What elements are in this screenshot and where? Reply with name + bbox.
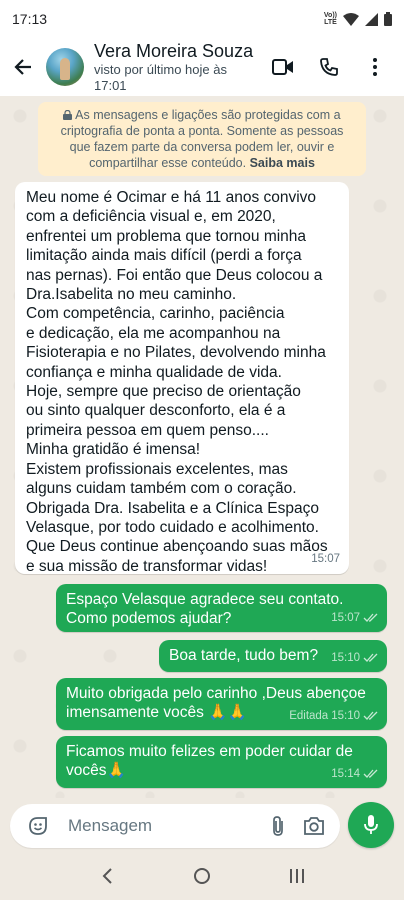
last-seen: visto por último hoje às 17:01 (94, 62, 227, 93)
attach-button[interactable] (260, 808, 296, 844)
contact-name: Vera Moreira Souza (94, 41, 254, 61)
message-time: 15:07 (311, 552, 340, 565)
chat-header: Vera Moreira Souza visto por último hoje… (0, 38, 404, 96)
outgoing-message[interactable]: Boa tarde, tudo bem? 15:10 (159, 640, 387, 672)
voice-call-icon (320, 58, 338, 76)
message-time: 15:07 (331, 611, 360, 624)
contact-avatar[interactable] (46, 48, 84, 86)
incoming-message[interactable]: Meu nome é Ocimar e há 11 anos convivo c… (15, 182, 349, 575)
status-icons: Vo)) LTE (324, 12, 392, 26)
more-vert-icon (373, 58, 377, 76)
message-time: 15:10 (331, 709, 360, 722)
video-call-button[interactable] (260, 44, 306, 90)
read-ticks-icon (363, 711, 378, 721)
message-input[interactable]: Mensagem (68, 816, 260, 836)
signal-icon (365, 12, 378, 26)
nav-home-button[interactable] (182, 856, 222, 896)
sticker-button[interactable] (20, 808, 56, 844)
voice-record-button[interactable] (348, 802, 394, 848)
contact-info[interactable]: Vera Moreira Souza visto por último hoje… (94, 40, 260, 94)
nav-home-icon (193, 868, 210, 884)
camera-button[interactable] (296, 808, 332, 844)
nav-recents-button[interactable] (277, 856, 317, 896)
message-meta: Editada 15:10 (289, 707, 379, 726)
back-button[interactable] (0, 38, 46, 96)
battery-icon (384, 12, 392, 26)
lock-icon (63, 109, 73, 120)
encryption-notice[interactable]: As mensagens e ligações são protegidas c… (38, 102, 366, 176)
mic-icon (364, 815, 378, 834)
sticker-icon (29, 817, 47, 835)
message-meta: 15:07 (331, 609, 379, 628)
more-options-button[interactable] (352, 44, 398, 90)
message-meta: 15:10 (331, 649, 379, 668)
clock: 17:13 (12, 11, 48, 27)
video-call-icon (272, 59, 293, 75)
voice-call-button[interactable] (306, 44, 352, 90)
nav-recents-icon (289, 869, 304, 883)
message-time: 15:14 (331, 767, 360, 780)
outgoing-message[interactable]: Ficamos muito felizes em poder cuidar de… (56, 736, 387, 788)
learn-more-link[interactable]: Saiba mais (250, 156, 315, 170)
status-bar: 17:13 Vo)) LTE (0, 0, 404, 38)
message-time: 15:10 (331, 651, 360, 664)
nav-back-icon (102, 868, 113, 884)
read-ticks-icon (363, 769, 378, 779)
system-nav-bar (0, 852, 404, 900)
outgoing-message[interactable]: Muito obrigada pelo carinho ,Deus abenço… (56, 678, 387, 730)
header-actions (260, 44, 404, 90)
nav-back-button[interactable] (87, 856, 127, 896)
volte-indicator: Vo)) LTE (323, 12, 337, 26)
edited-label: Editada (289, 709, 329, 722)
outgoing-message[interactable]: Espaço Velasque agradece seu contato. Co… (56, 584, 387, 632)
attach-icon (273, 816, 283, 836)
wifi-icon (343, 12, 359, 26)
read-ticks-icon (363, 653, 378, 663)
back-arrow-icon (14, 59, 31, 75)
message-meta: 15:14 (331, 765, 379, 784)
chat-area[interactable]: As mensagens e ligações são protegidas c… (0, 96, 404, 798)
read-ticks-icon (363, 613, 378, 623)
camera-icon (304, 817, 324, 835)
message-composer: Mensagem (10, 804, 340, 848)
